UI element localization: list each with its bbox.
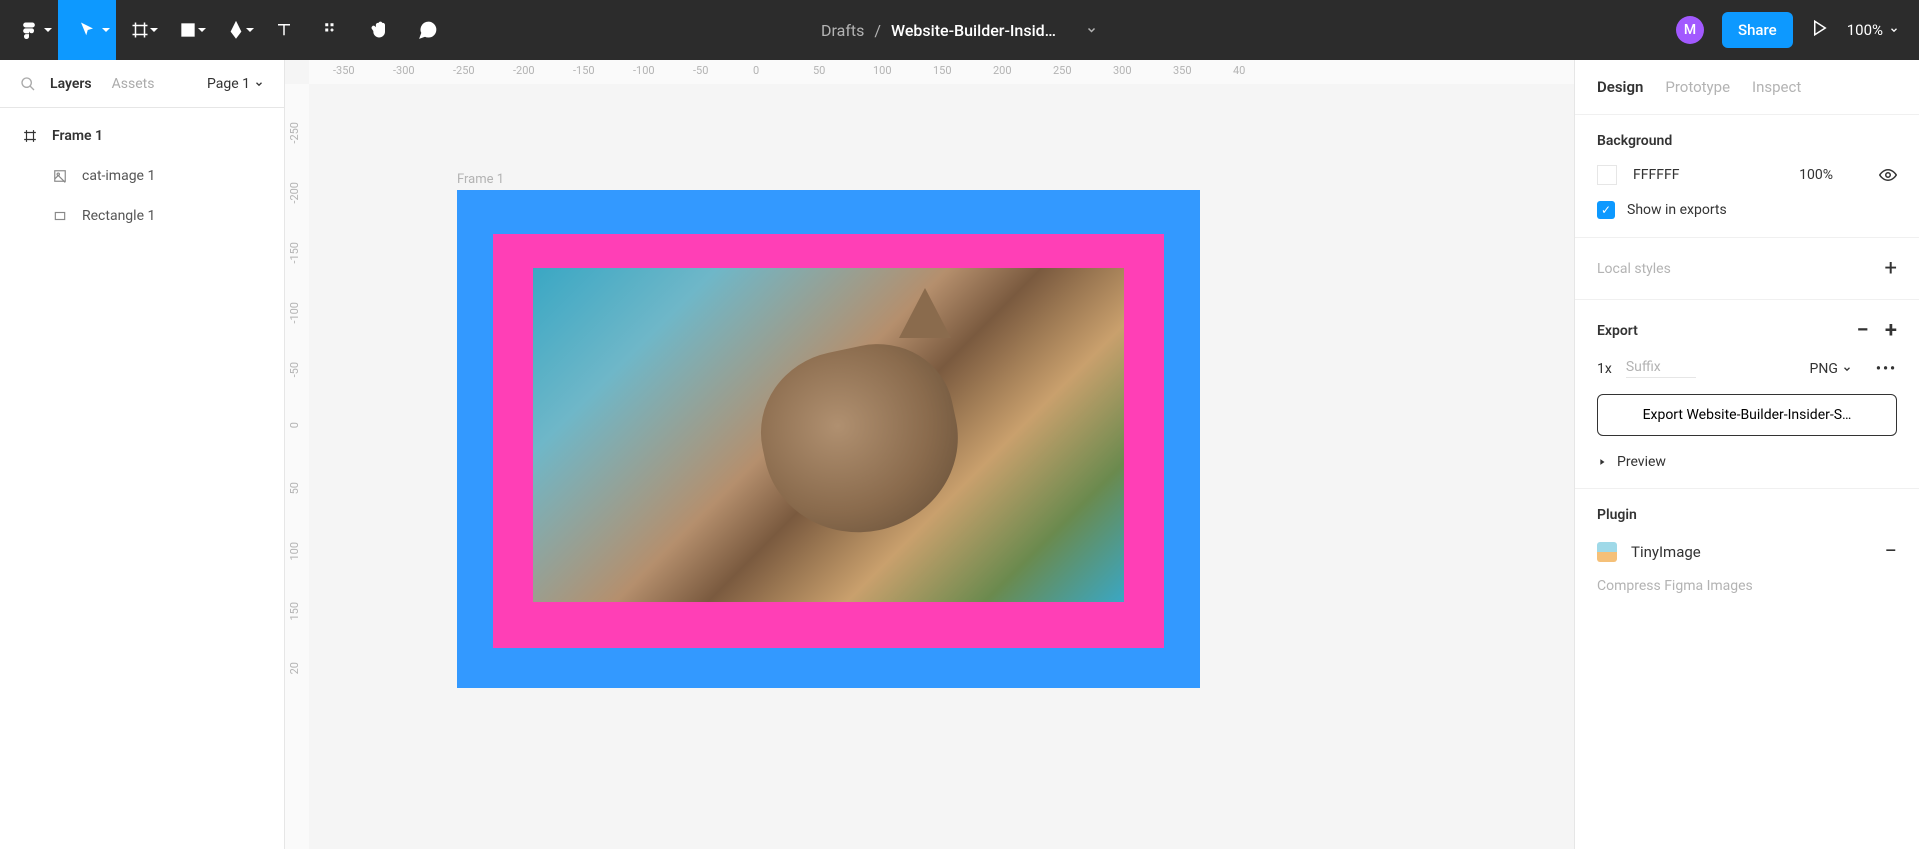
comment-tool[interactable]	[404, 0, 452, 60]
checkbox-label: Show in exports	[1627, 202, 1727, 218]
tab-inspect[interactable]: Inspect	[1752, 78, 1801, 96]
tab-prototype[interactable]: Prototype	[1665, 78, 1730, 96]
eye-icon[interactable]	[1879, 166, 1897, 184]
plugin-section: Plugin TinyImage − Compress Figma Images	[1575, 489, 1919, 612]
add-style-button[interactable]: +	[1885, 256, 1897, 281]
hand-icon	[370, 20, 390, 40]
add-export-button[interactable]: +	[1885, 318, 1897, 343]
export-suffix-input[interactable]: Suffix	[1626, 359, 1696, 378]
tab-assets[interactable]: Assets	[112, 76, 155, 92]
text-tool[interactable]	[260, 0, 308, 60]
layer-label: Frame 1	[52, 128, 103, 144]
comment-icon	[418, 20, 438, 40]
image-icon	[52, 169, 68, 183]
preview-toggle[interactable]: Preview	[1597, 454, 1897, 470]
tab-design[interactable]: Design	[1597, 78, 1643, 96]
show-in-exports[interactable]: ✓ Show in exports	[1597, 201, 1897, 219]
chevron-down-icon	[1889, 25, 1899, 35]
chevron-down-icon	[1842, 364, 1852, 374]
right-panel: Design Prototype Inspect Background FFFF…	[1574, 60, 1919, 849]
resources-icon	[323, 21, 341, 39]
ruler-horizontal: -350-300-250-200-150-100-500501001502002…	[309, 60, 1574, 84]
layer-rectangle[interactable]: Rectangle 1	[0, 196, 284, 236]
color-hex[interactable]: FFFFFF	[1633, 167, 1723, 183]
layer-image[interactable]: cat-image 1	[0, 156, 284, 196]
zoom-control[interactable]: 100%	[1847, 21, 1899, 39]
chevron-down-icon	[254, 79, 264, 89]
frame-1[interactable]	[457, 190, 1200, 688]
folder-name: Drafts	[821, 21, 864, 40]
canvas-inner[interactable]: Frame 1	[309, 84, 1574, 849]
text-icon	[275, 21, 293, 39]
layers-list: Frame 1 cat-image 1 Rectangle 1	[0, 108, 284, 236]
shape-tool[interactable]	[164, 0, 212, 60]
file-title[interactable]: Drafts / Website-Builder-Insid…	[821, 21, 1098, 40]
export-scale[interactable]: 1x	[1597, 361, 1612, 377]
local-styles-label: Local styles	[1597, 261, 1671, 277]
avatar[interactable]: M	[1676, 16, 1704, 44]
export-options-button[interactable]: •••	[1876, 361, 1897, 377]
ruler-vertical: -250-200-150-100-5005010015020	[285, 84, 309, 849]
file-name: Website-Builder-Insid…	[891, 21, 1056, 40]
frame-icon	[131, 21, 149, 39]
layer-label: cat-image 1	[82, 168, 155, 184]
frame-icon	[22, 129, 38, 143]
menu-button[interactable]	[0, 0, 58, 60]
export-button[interactable]: Export Website-Builder-Insider-S…	[1597, 394, 1897, 436]
cursor-icon	[78, 21, 96, 39]
layer-label: Rectangle 1	[82, 208, 155, 224]
preview-label: Preview	[1617, 454, 1666, 470]
remove-plugin-button[interactable]: −	[1884, 539, 1897, 564]
canvas[interactable]: -350-300-250-200-150-100-500501001502002…	[285, 60, 1574, 849]
zoom-value: 100%	[1847, 21, 1883, 39]
frame-label[interactable]: Frame 1	[457, 172, 504, 187]
search-icon[interactable]	[20, 76, 36, 92]
hand-tool[interactable]	[356, 0, 404, 60]
resources-tool[interactable]	[308, 0, 356, 60]
separator: /	[874, 21, 881, 40]
local-styles-section: Local styles +	[1575, 238, 1919, 300]
remove-export-button[interactable]: −	[1857, 318, 1869, 343]
checkbox-checked-icon: ✓	[1597, 201, 1615, 219]
tab-layers[interactable]: Layers	[50, 76, 92, 92]
rectangle-icon	[180, 22, 196, 38]
page-select[interactable]: Page 1	[207, 76, 264, 92]
background-section: Background FFFFFF 100% ✓ Show in exports	[1575, 115, 1919, 238]
export-title: Export	[1597, 323, 1638, 339]
triangle-right-icon	[1597, 457, 1607, 467]
page-label: Page 1	[207, 76, 250, 92]
share-button[interactable]: Share	[1722, 12, 1793, 48]
toolbar: Drafts / Website-Builder-Insid… M Share …	[0, 0, 1919, 60]
plugin-tinyimage[interactable]: TinyImage −	[1597, 539, 1897, 564]
plugin-name: TinyImage	[1631, 543, 1701, 561]
play-icon	[1811, 19, 1829, 37]
chevron-down-icon[interactable]	[1086, 24, 1098, 36]
frame-tool[interactable]	[116, 0, 164, 60]
pen-tool[interactable]	[212, 0, 260, 60]
rectangle-icon	[52, 209, 68, 223]
color-swatch[interactable]	[1597, 165, 1617, 185]
rectangle-1[interactable]	[493, 234, 1164, 648]
plugin-title: Plugin	[1597, 507, 1897, 523]
export-format[interactable]: PNG	[1810, 361, 1852, 377]
tinyimage-icon	[1597, 542, 1617, 562]
layer-frame[interactable]: Frame 1	[0, 116, 284, 156]
present-button[interactable]	[1811, 19, 1829, 41]
pen-icon	[227, 21, 245, 39]
color-opacity[interactable]: 100%	[1799, 167, 1833, 183]
export-section: Export − + 1x Suffix PNG ••• Export Webs…	[1575, 300, 1919, 489]
plugin-description: Compress Figma Images	[1597, 578, 1897, 594]
left-panel: Layers Assets Page 1 Frame 1 cat-image 1…	[0, 60, 285, 849]
move-tool[interactable]	[58, 0, 116, 60]
background-title: Background	[1597, 133, 1897, 149]
cat-image-1[interactable]	[533, 268, 1124, 602]
figma-icon	[19, 20, 39, 40]
